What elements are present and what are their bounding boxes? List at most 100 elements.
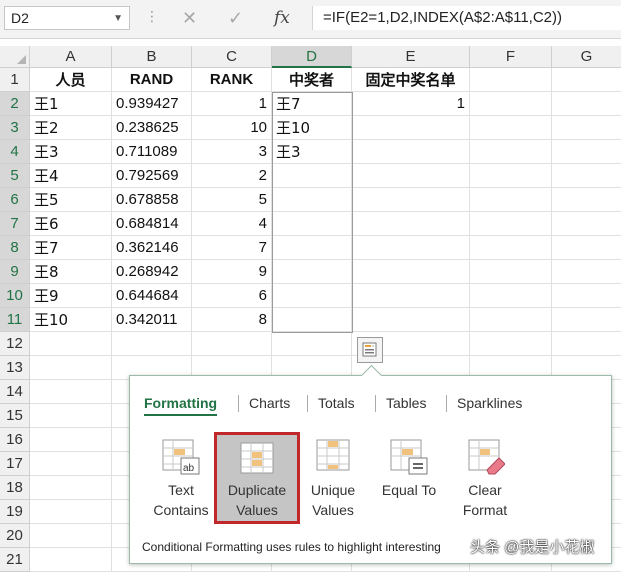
cell-c6[interactable]: 5 <box>192 188 272 212</box>
cell-d7[interactable] <box>272 212 352 236</box>
cell-a1[interactable]: 人员 <box>30 68 112 92</box>
option-text-contains[interactable]: ab Text Contains <box>138 432 224 524</box>
tab-tables[interactable]: Tables <box>386 392 426 414</box>
cell-e4[interactable] <box>352 140 470 164</box>
cell-b6[interactable]: 0.678858 <box>112 188 192 212</box>
cell-e9[interactable] <box>352 260 470 284</box>
cell-d3[interactable]: 王10 <box>272 116 352 140</box>
cell-a2[interactable]: 王1 <box>30 92 112 116</box>
row-header-17[interactable]: 17 <box>0 452 30 476</box>
name-box[interactable]: D2 ▼ <box>4 6 130 30</box>
row-header-15[interactable]: 15 <box>0 404 30 428</box>
enter-icon[interactable]: ✓ <box>228 6 243 30</box>
row-header-1[interactable]: 1 <box>0 68 30 92</box>
cell-g4[interactable] <box>552 140 621 164</box>
cell-g2[interactable] <box>552 92 621 116</box>
row-header-10[interactable]: 10 <box>0 284 30 308</box>
row-header-13[interactable]: 13 <box>0 356 30 380</box>
cell-f7[interactable] <box>470 212 552 236</box>
row-header-6[interactable]: 6 <box>0 188 30 212</box>
cell-f10[interactable] <box>470 284 552 308</box>
cell-c10[interactable]: 6 <box>192 284 272 308</box>
cell-f11[interactable] <box>470 308 552 332</box>
cell-a7[interactable]: 王6 <box>30 212 112 236</box>
cell-a9[interactable]: 王8 <box>30 260 112 284</box>
cell-b3[interactable]: 0.238625 <box>112 116 192 140</box>
tab-charts[interactable]: Charts <box>249 392 290 414</box>
cell-g11[interactable] <box>552 308 621 332</box>
cell-e7[interactable] <box>352 212 470 236</box>
cell-d4[interactable]: 王3 <box>272 140 352 164</box>
cell-f6[interactable] <box>470 188 552 212</box>
cell-a11[interactable]: 王10 <box>30 308 112 332</box>
cell-c11[interactable]: 8 <box>192 308 272 332</box>
cell-a18[interactable] <box>30 476 112 500</box>
column-header-a[interactable]: A <box>30 46 112 68</box>
cell-a13[interactable] <box>30 356 112 380</box>
row-header-9[interactable]: 9 <box>0 260 30 284</box>
cell-f9[interactable] <box>470 260 552 284</box>
row-header-4[interactable]: 4 <box>0 140 30 164</box>
cell-c4[interactable]: 3 <box>192 140 272 164</box>
cell-a21[interactable] <box>30 548 112 572</box>
row-header-5[interactable]: 5 <box>0 164 30 188</box>
cell-e2[interactable]: 1 <box>352 92 470 116</box>
cell-a17[interactable] <box>30 452 112 476</box>
cell-c12[interactable] <box>192 332 272 356</box>
cell-c8[interactable]: 7 <box>192 236 272 260</box>
cell-d1[interactable]: 中奖者 <box>272 68 352 92</box>
cell-a3[interactable]: 王2 <box>30 116 112 140</box>
cell-f8[interactable] <box>470 236 552 260</box>
cell-e3[interactable] <box>352 116 470 140</box>
cell-c9[interactable]: 9 <box>192 260 272 284</box>
cell-f5[interactable] <box>470 164 552 188</box>
cell-f12[interactable] <box>470 332 552 356</box>
column-header-c[interactable]: C <box>192 46 272 68</box>
tab-sparklines[interactable]: Sparklines <box>457 392 522 414</box>
row-header-19[interactable]: 19 <box>0 500 30 524</box>
cell-a15[interactable] <box>30 404 112 428</box>
cell-g10[interactable] <box>552 284 621 308</box>
cell-a4[interactable]: 王3 <box>30 140 112 164</box>
cell-f3[interactable] <box>470 116 552 140</box>
cell-a10[interactable]: 王9 <box>30 284 112 308</box>
cell-a19[interactable] <box>30 500 112 524</box>
cell-b8[interactable]: 0.362146 <box>112 236 192 260</box>
column-header-g[interactable]: G <box>552 46 621 68</box>
option-clear-format[interactable]: Clear Format <box>442 432 528 524</box>
cell-b10[interactable]: 0.644684 <box>112 284 192 308</box>
cell-e5[interactable] <box>352 164 470 188</box>
row-header-16[interactable]: 16 <box>0 428 30 452</box>
quick-analysis-button[interactable] <box>357 337 383 363</box>
cell-g3[interactable] <box>552 116 621 140</box>
cell-b12[interactable] <box>112 332 192 356</box>
cell-a14[interactable] <box>30 380 112 404</box>
cell-g8[interactable] <box>552 236 621 260</box>
cell-f2[interactable] <box>470 92 552 116</box>
cell-d10[interactable] <box>272 284 352 308</box>
cell-a5[interactable]: 王4 <box>30 164 112 188</box>
drag-handle-icon[interactable]: ⋮ <box>145 8 160 25</box>
cancel-icon[interactable]: ✕ <box>182 6 197 30</box>
row-header-11[interactable]: 11 <box>0 308 30 332</box>
row-header-12[interactable]: 12 <box>0 332 30 356</box>
cell-a12[interactable] <box>30 332 112 356</box>
cell-c1[interactable]: RANK <box>192 68 272 92</box>
cell-d2[interactable]: 王7 <box>272 92 352 116</box>
cell-b9[interactable]: 0.268942 <box>112 260 192 284</box>
row-header-20[interactable]: 20 <box>0 524 30 548</box>
cell-f1[interactable] <box>470 68 552 92</box>
cell-b11[interactable]: 0.342011 <box>112 308 192 332</box>
cell-e6[interactable] <box>352 188 470 212</box>
cell-b7[interactable]: 0.684814 <box>112 212 192 236</box>
cell-e1[interactable]: 固定中奖名单 <box>352 68 470 92</box>
tab-formatting[interactable]: Formatting <box>144 392 218 416</box>
chevron-down-icon[interactable]: ▼ <box>113 8 123 30</box>
cell-e11[interactable] <box>352 308 470 332</box>
row-header-7[interactable]: 7 <box>0 212 30 236</box>
cell-d5[interactable] <box>272 164 352 188</box>
cell-c2[interactable]: 1 <box>192 92 272 116</box>
formula-input[interactable]: =IF(E2=1,D2,INDEX(A$2:A$11,C2)) <box>312 6 621 30</box>
row-header-2[interactable]: 2 <box>0 92 30 116</box>
cell-c3[interactable]: 10 <box>192 116 272 140</box>
